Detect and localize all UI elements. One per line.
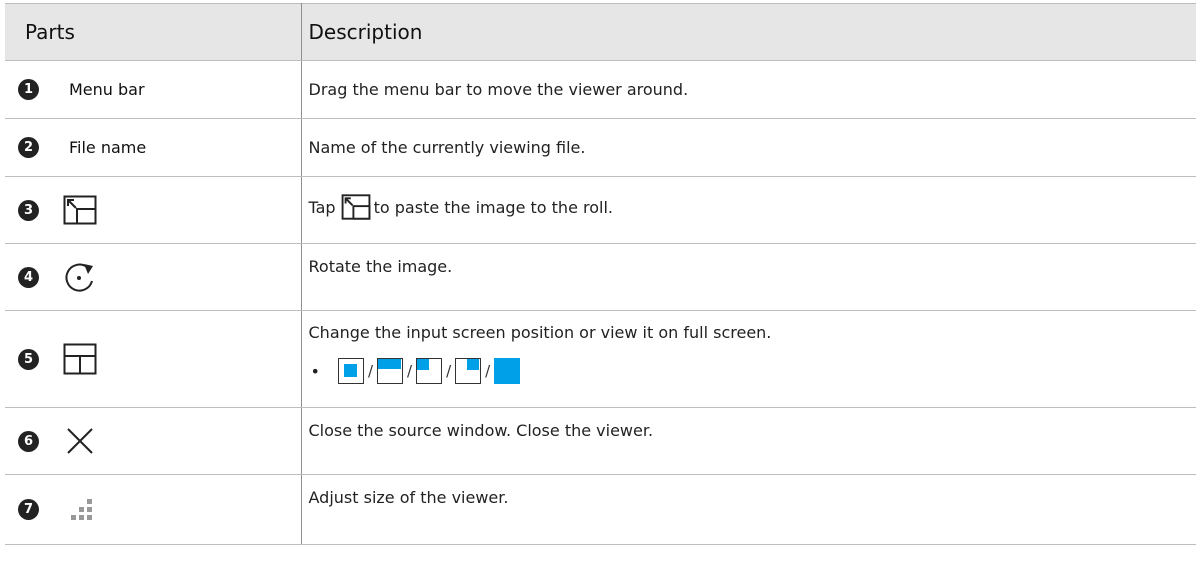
mode-top-right-quarter-icon — [455, 358, 482, 384]
number-badge: 1 — [18, 79, 39, 100]
mode-top-left-quarter-icon — [416, 358, 443, 384]
number-badge: 3 — [18, 199, 39, 221]
part-cell: 2 File name — [5, 118, 302, 177]
close-icon — [63, 426, 97, 456]
table-row: 2 File name Name of the currently viewin… — [5, 118, 1196, 177]
paste-to-roll-icon — [341, 194, 371, 224]
table-row: 4 Rotate the image. — [5, 243, 1196, 311]
description-cell: Adjust size of the viewer. — [301, 474, 1196, 545]
rotate-icon — [63, 261, 97, 293]
description-text: Adjust size of the viewer. — [308, 488, 509, 507]
mode-center-box-icon — [337, 358, 364, 384]
mode-top-half-icon — [377, 358, 403, 384]
description-cell: Close the source window. Close the viewe… — [301, 407, 1196, 475]
description-text: Drag the menu bar to move the viewer aro… — [308, 80, 689, 99]
number-badge: 2 — [18, 137, 39, 158]
mode-full-screen-icon — [494, 358, 521, 384]
table-row: 6 Close the source window. Close the vie… — [5, 407, 1196, 475]
description-text-before: Tap — [308, 198, 336, 217]
part-cell: 3 — [5, 176, 302, 244]
screen-mode-list: • / / / / — [309, 358, 1197, 384]
resize-handle-icon — [63, 495, 97, 525]
table-header-row: Parts Description — [5, 3, 1196, 61]
separator: / — [407, 362, 413, 380]
part-cell: 7 — [5, 474, 302, 545]
part-label-file-name: File name — [69, 138, 147, 157]
parts-table: Parts Description 1 Menu bar Drag the me… — [5, 3, 1196, 545]
description-text: Close the source window. Close the viewe… — [308, 421, 654, 440]
number-badge: 4 — [18, 266, 39, 288]
number-badge: 7 — [18, 499, 39, 520]
header-description: Description — [301, 3, 1196, 61]
header-parts: Parts — [5, 3, 302, 61]
description-text-after: to paste the image to the roll. — [373, 198, 613, 217]
table-row: 3 Tap to paste the image to the roll. — [5, 176, 1196, 244]
part-cell: 1 Menu bar — [5, 60, 302, 119]
description-cell: Rotate the image. — [301, 243, 1196, 311]
table-row: 7 Adjust size of the viewer. — [5, 474, 1196, 545]
table-row: 5 Change the input screen position or vi… — [5, 310, 1197, 408]
separator: / — [446, 362, 452, 380]
paste-to-roll-icon — [63, 195, 97, 225]
table-row: 1 Menu bar Drag the menu bar to move the… — [5, 60, 1196, 119]
description-cell: Drag the menu bar to move the viewer aro… — [301, 60, 1196, 119]
description-cell: Tap to paste the image to the roll. — [301, 176, 1196, 244]
description-text: Rotate the image. — [308, 257, 453, 276]
description-cell: Name of the currently viewing file. — [301, 118, 1196, 177]
description-text: Change the input screen position or view… — [308, 323, 772, 342]
separator: / — [485, 362, 491, 380]
layout-icon — [63, 343, 97, 375]
number-badge: 6 — [18, 430, 39, 452]
bullet: • — [310, 361, 320, 381]
description-text: Name of the currently viewing file. — [308, 138, 586, 157]
separator: / — [367, 362, 373, 380]
number-badge: 5 — [18, 348, 39, 370]
part-label-menu-bar: Menu bar — [69, 80, 145, 99]
part-cell: 4 — [5, 243, 302, 311]
description-cell: Change the input screen position or view… — [301, 310, 1197, 408]
part-cell: 5 — [5, 310, 302, 408]
part-cell: 6 — [5, 407, 302, 475]
